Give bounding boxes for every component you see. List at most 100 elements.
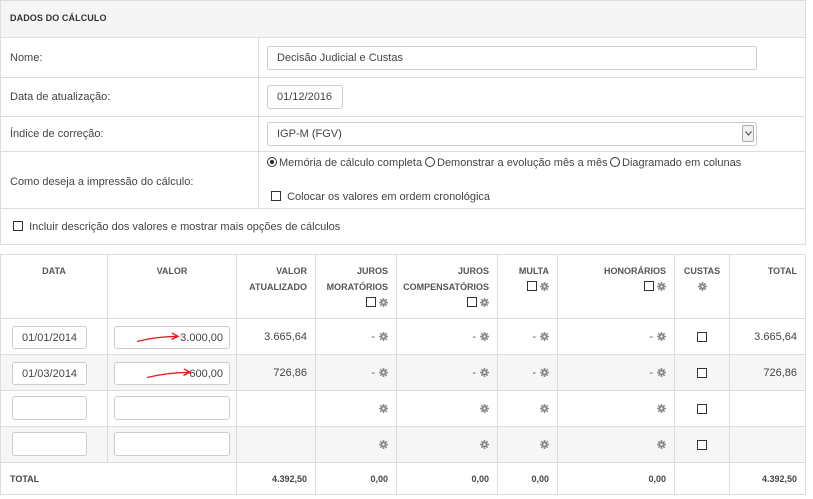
checkbox-icon[interactable] <box>527 281 538 291</box>
cell-custas <box>675 355 730 390</box>
print-option-monthly[interactable]: Demonstrar a evolução mês a mês <box>425 157 608 169</box>
total-juros-compensatorios: 0,00 <box>397 463 498 495</box>
cell-juros-moratorios: - <box>316 319 397 354</box>
update-date-input[interactable]: 01/12/2016 <box>267 85 343 109</box>
checkbox-icon[interactable] <box>697 403 707 414</box>
col-header-multa: MULTA <box>498 255 558 318</box>
include-description-label: Incluir descrição dos valores e mostrar … <box>29 221 341 233</box>
include-description-option[interactable]: Incluir descrição dos valores e mostrar … <box>13 221 340 233</box>
gear-icon[interactable] <box>480 440 489 449</box>
date-input[interactable]: 01/03/2014 <box>12 362 87 385</box>
checkbox-icon[interactable] <box>13 221 23 231</box>
values-table: DATA VALOR VALOR ATUALIZADO JUROS MORATÓRI… <box>0 254 806 495</box>
calculation-data-panel: DADOS DO CÁLCULO Nome: Decisão Judicial … <box>0 0 806 245</box>
gear-icon[interactable] <box>657 282 666 291</box>
gear-icon[interactable] <box>379 368 388 377</box>
cell-valor-atualizado <box>237 391 316 426</box>
cell-custas <box>675 427 730 462</box>
gear-icon[interactable] <box>379 332 388 341</box>
red-arrow-annotation <box>146 368 192 379</box>
totals-row: TOTAL 4.392,50 0,00 0,00 0,00 0,00 4.392… <box>1 463 805 495</box>
date-input[interactable]: 01/01/2014 <box>12 326 87 349</box>
table-header: DATA VALOR VALOR ATUALIZADO JUROS MORATÓRI… <box>1 255 805 319</box>
cell-honorarios <box>558 391 675 426</box>
cell-total: 726,86 <box>763 366 797 379</box>
cell-honorarios <box>558 427 675 462</box>
gear-icon[interactable] <box>540 282 549 291</box>
date-label: Data de atualização: <box>10 91 111 103</box>
gear-icon[interactable] <box>540 404 549 413</box>
gear-icon[interactable] <box>697 282 707 291</box>
checkbox-icon[interactable] <box>697 439 707 450</box>
cell-total <box>730 427 805 462</box>
radio-icon[interactable] <box>610 157 620 167</box>
total-total: 4.392,50 <box>761 474 797 484</box>
print-option-columns[interactable]: Diagramado em colunas <box>610 157 741 169</box>
cell-custas <box>675 391 730 426</box>
value-input[interactable] <box>114 396 230 420</box>
total-juros-moratorios: 0,00 <box>316 463 397 495</box>
cell-juros-moratorios: - <box>316 355 397 390</box>
cell-valor-atualizado: 726,86 <box>237 355 316 390</box>
gear-icon[interactable] <box>379 404 388 413</box>
gear-icon[interactable] <box>540 368 549 377</box>
gear-icon[interactable] <box>657 404 666 413</box>
gear-icon[interactable] <box>657 332 666 341</box>
cell-valor-atualizado: 3.665,64 <box>237 319 316 354</box>
cell-total <box>730 391 805 426</box>
print-option-monthly-label: Demonstrar a evolução mês a mês <box>437 157 608 169</box>
update-date-value: 01/12/2016 <box>277 91 333 103</box>
gear-icon[interactable] <box>480 404 489 413</box>
checkbox-icon[interactable] <box>697 367 707 378</box>
print-option-columns-label: Diagramado em colunas <box>622 157 742 169</box>
date-input[interactable] <box>12 396 87 420</box>
cell-juros-moratorios <box>316 391 397 426</box>
name-input-value: Decisão Judicial e Custas <box>277 52 403 64</box>
table-row <box>1 391 805 427</box>
col-header-data: DATA <box>1 255 108 318</box>
cell-juros-compensatorios: - <box>397 319 498 354</box>
checkbox-icon[interactable] <box>366 297 377 307</box>
radio-icon[interactable] <box>425 157 435 167</box>
col-header-valor-atualizado: VALOR ATUALIZADO <box>237 255 316 318</box>
date-input[interactable] <box>12 432 87 456</box>
gear-icon[interactable] <box>379 440 388 449</box>
cell-honorarios: - <box>558 319 675 354</box>
checkbox-icon[interactable] <box>467 297 478 307</box>
total-honorarios: 0,00 <box>558 463 675 495</box>
cell-multa: - <box>498 355 558 390</box>
checkbox-icon[interactable] <box>271 191 281 201</box>
cell-honorarios: - <box>558 355 675 390</box>
gear-icon[interactable] <box>540 440 549 449</box>
checkbox-icon[interactable] <box>697 331 707 342</box>
gear-icon[interactable] <box>480 298 489 307</box>
index-row: Índice de correção: IGP-M (FGV) <box>1 117 805 152</box>
table-row: 01/03/2014 600,00 726,86 - - - - 726,86 <box>1 355 805 391</box>
cell-data <box>1 391 108 426</box>
print-option-full[interactable]: Memória de cálculo completa <box>267 157 422 169</box>
name-label: Nome: <box>10 52 43 64</box>
col-header-juros-compensatorios: JUROS COMPENSATÓRIOS <box>397 255 498 318</box>
chronological-order-option[interactable]: Colocar os valores em ordem cronológica <box>271 191 490 203</box>
name-input[interactable]: Decisão Judicial e Custas <box>267 46 757 70</box>
chronological-order-label: Colocar os valores em ordem cronológica <box>287 191 491 203</box>
correction-index-select[interactable]: IGP-M (FGV) <box>267 122 757 146</box>
gear-icon[interactable] <box>379 298 388 307</box>
cell-total: 3.665,64 <box>754 330 797 343</box>
cell-valor <box>108 427 237 462</box>
value-input[interactable] <box>114 432 230 456</box>
totals-label: TOTAL <box>1 463 237 495</box>
chevron-down-icon[interactable] <box>742 125 754 142</box>
radio-selected-icon[interactable] <box>267 157 277 167</box>
gear-icon[interactable] <box>480 368 489 377</box>
cell-data <box>1 427 108 462</box>
checkbox-icon[interactable] <box>644 281 655 291</box>
gear-icon[interactable] <box>540 332 549 341</box>
date-row: Data de atualização: 01/12/2016 <box>1 78 805 117</box>
gear-icon[interactable] <box>480 332 489 341</box>
col-header-valor: VALOR <box>108 255 237 318</box>
cell-multa <box>498 391 558 426</box>
panel-title: DADOS DO CÁLCULO <box>1 1 805 38</box>
gear-icon[interactable] <box>657 440 666 449</box>
gear-icon[interactable] <box>657 368 666 377</box>
